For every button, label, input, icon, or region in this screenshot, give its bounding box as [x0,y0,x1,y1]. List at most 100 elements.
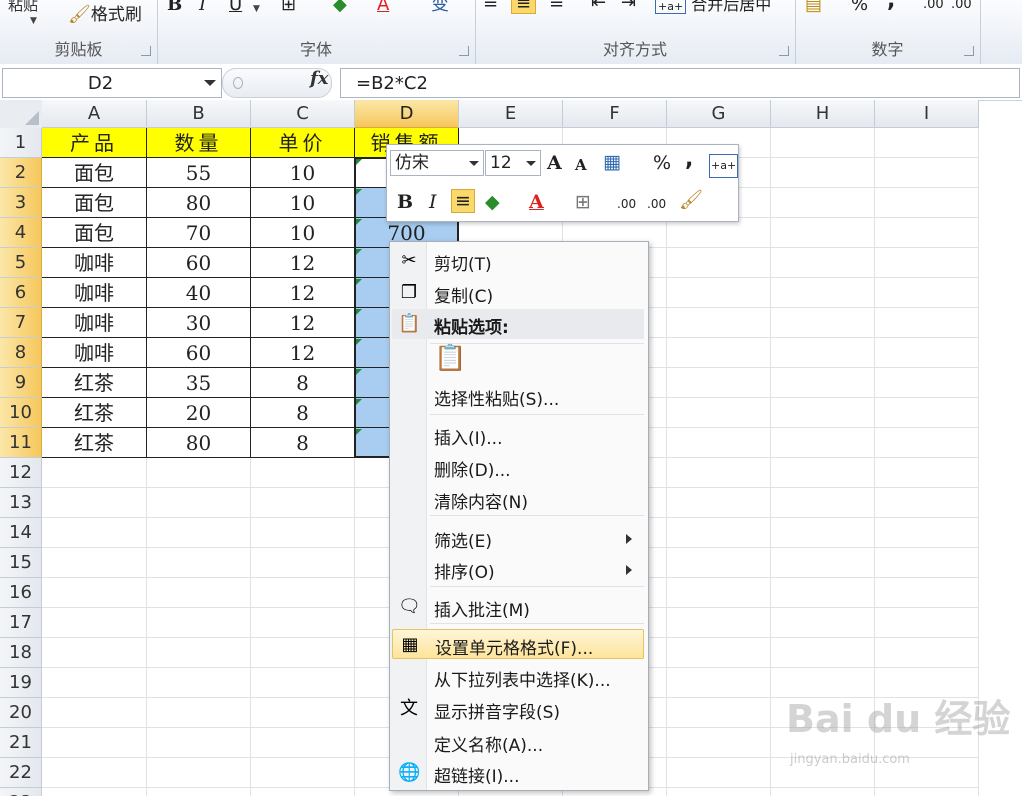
mini-format-painter-icon[interactable]: 🖌 [679,189,703,211]
cell-c16[interactable] [251,578,355,608]
cell-b21[interactable] [147,728,251,758]
row-header-23[interactable]: 23 [0,788,42,796]
cell-a5[interactable]: 咖啡 [42,248,147,278]
font-color-button[interactable]: A [377,0,389,14]
row-header-6[interactable]: 6 [0,278,42,308]
cell-a14[interactable] [42,518,147,548]
menu-item-1[interactable]: ✂ 剪切(T) [392,246,644,276]
cell-b22[interactable] [147,758,251,788]
row-header-19[interactable]: 19 [0,668,42,698]
menu-item-6[interactable]: 删除(D)... [392,452,644,482]
italic-button[interactable]: I [199,0,206,14]
mini-center-align-icon[interactable]: ≡ [451,189,475,213]
mini-font-size-select[interactable]: 12 [485,150,541,176]
cell-i6[interactable] [875,278,979,308]
merge-center-button[interactable]: +a+ 合并后居中 [655,0,771,16]
grow-font-button[interactable]: A [547,152,562,174]
cell-c21[interactable] [251,728,355,758]
cell-b13[interactable] [147,488,251,518]
cell-h23[interactable] [771,788,875,796]
cell-g21[interactable] [667,728,771,758]
cell-g15[interactable] [667,548,771,578]
cell-h10[interactable] [771,398,875,428]
cell-a12[interactable] [42,458,147,488]
mini-percent-button[interactable]: % [653,152,671,174]
name-box[interactable]: D2 [2,68,222,98]
cell-h1[interactable] [771,128,875,158]
cell-h6[interactable] [771,278,875,308]
cell-a20[interactable] [42,698,147,728]
row-header-15[interactable]: 15 [0,548,42,578]
cell-b10[interactable]: 20 [147,398,251,428]
align-top-icon[interactable]: ≡ [483,0,498,12]
currency-icon[interactable]: ▤ [805,0,822,14]
cell-b2[interactable]: 55 [147,158,251,188]
mini-increase-decimal-icon[interactable]: .00 [617,193,636,215]
row-header-12[interactable]: 12 [0,458,42,488]
cell-i3[interactable] [875,188,979,218]
cell-a17[interactable] [42,608,147,638]
mini-decrease-decimal-icon[interactable]: .00 [647,193,666,215]
cell-b16[interactable] [147,578,251,608]
font-launcher-icon[interactable] [459,46,469,56]
fill-color-icon[interactable]: ◆ [333,0,347,14]
cell-g9[interactable] [667,368,771,398]
row-header-8[interactable]: 8 [0,338,42,368]
cell-b1[interactable]: 数量 [147,128,251,158]
cell-a16[interactable] [42,578,147,608]
cell-g6[interactable] [667,278,771,308]
comma-button[interactable]: , [887,0,895,12]
column-header-c[interactable]: C [251,100,355,128]
insert-function-icon[interactable]: fx [310,68,328,89]
cell-g7[interactable] [667,308,771,338]
row-header-1[interactable]: 1 [0,128,42,158]
menu-item-5[interactable]: 插入(I)... [392,420,644,450]
mini-comma-button[interactable]: , [685,149,693,171]
border-icon[interactable]: ⊞ [281,0,296,14]
cell-g10[interactable] [667,398,771,428]
accounting-format-icon[interactable]: ▦ [603,151,621,173]
select-all-corner[interactable] [0,100,43,129]
cell-a8[interactable]: 咖啡 [42,338,147,368]
mini-border-icon[interactable]: ⊞ [575,191,591,213]
cell-b8[interactable]: 60 [147,338,251,368]
cell-c2[interactable]: 10 [251,158,355,188]
row-header-13[interactable]: 13 [0,488,42,518]
cell-a10[interactable]: 红茶 [42,398,147,428]
align-middle-icon[interactable]: ≡ [511,0,537,14]
mini-font-color-button[interactable]: A [529,191,544,213]
menu-item-11[interactable]: ▦ 设置单元格格式(F)... [392,629,644,659]
cell-h2[interactable] [771,158,875,188]
cell-i11[interactable] [875,428,979,458]
cell-c20[interactable] [251,698,355,728]
format-painter-button[interactable]: 🖌格式刷 [68,6,142,25]
menu-item-4[interactable]: 选择性粘贴(S)... [392,381,644,411]
cell-a4[interactable]: 面包 [42,218,147,248]
cell-a11[interactable]: 红茶 [42,428,147,458]
column-header-b[interactable]: B [147,100,251,128]
menu-item-8[interactable]: 筛选(E) [392,523,644,553]
cell-h4[interactable] [771,218,875,248]
row-header-3[interactable]: 3 [0,188,42,218]
cell-i18[interactable] [875,638,979,668]
cell-b4[interactable]: 70 [147,218,251,248]
decrease-indent-icon[interactable]: ⇤ [591,0,606,12]
cell-c6[interactable]: 12 [251,278,355,308]
cell-a22[interactable] [42,758,147,788]
cell-b19[interactable] [147,668,251,698]
cell-g12[interactable] [667,458,771,488]
cell-a9[interactable]: 红茶 [42,368,147,398]
cell-c10[interactable]: 8 [251,398,355,428]
cell-i2[interactable] [875,158,979,188]
menu-item-7[interactable]: 清除内容(N) [392,484,644,514]
menu-item-14[interactable]: 定义名称(A)... [392,727,644,757]
cell-g20[interactable] [667,698,771,728]
cell-c4[interactable]: 10 [251,218,355,248]
cell-i5[interactable] [875,248,979,278]
shrink-font-button[interactable]: A [575,154,587,176]
cell-a1[interactable]: 产品 [42,128,147,158]
cell-h16[interactable] [771,578,875,608]
cell-g17[interactable] [667,608,771,638]
cell-g22[interactable] [667,758,771,788]
cell-b11[interactable]: 80 [147,428,251,458]
